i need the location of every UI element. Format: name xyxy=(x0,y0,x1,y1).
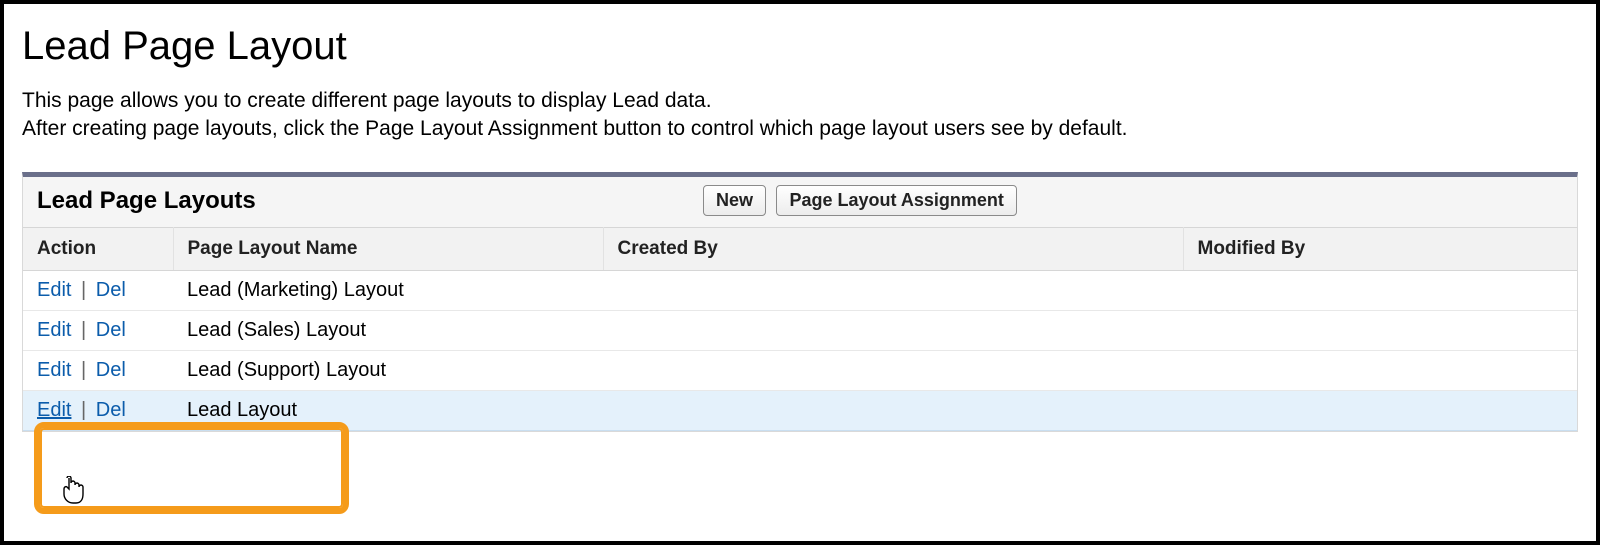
new-button[interactable]: New xyxy=(703,185,766,216)
description-line-1: This page allows you to create different… xyxy=(22,89,712,112)
col-header-created-by[interactable]: Created By xyxy=(603,227,1183,270)
cell-created-by xyxy=(603,390,1183,430)
app-frame: Lead Page Layout This page allows you to… xyxy=(0,0,1600,545)
table-row: Edit | Del Lead (Support) Layout xyxy=(23,350,1577,390)
cell-modified-by xyxy=(1183,350,1577,390)
action-separator: | xyxy=(77,359,90,381)
edit-link[interactable]: Edit xyxy=(37,279,71,301)
delete-link[interactable]: Del xyxy=(96,279,126,301)
col-header-modified-by[interactable]: Modified By xyxy=(1183,227,1577,270)
panel-title: Lead Page Layouts xyxy=(37,187,256,215)
cell-created-by xyxy=(603,310,1183,350)
cell-modified-by xyxy=(1183,390,1577,430)
cell-layout-name: Lead Layout xyxy=(173,390,603,430)
cell-created-by xyxy=(603,270,1183,310)
col-header-name[interactable]: Page Layout Name xyxy=(173,227,603,270)
panel-toolbar: New Page Layout Assignment xyxy=(703,185,1023,216)
cell-layout-name: Lead (Marketing) Layout xyxy=(173,270,603,310)
table-row: Edit | Del Lead Layout xyxy=(23,390,1577,430)
cell-action: Edit | Del xyxy=(23,310,173,350)
pointer-cursor-icon xyxy=(61,476,85,504)
cell-modified-by xyxy=(1183,310,1577,350)
cell-layout-name: Lead (Sales) Layout xyxy=(173,310,603,350)
delete-link[interactable]: Del xyxy=(96,319,126,341)
cell-modified-by xyxy=(1183,270,1577,310)
edit-link[interactable]: Edit xyxy=(37,359,71,381)
edit-link[interactable]: Edit xyxy=(37,399,71,421)
page-layout-assignment-button[interactable]: Page Layout Assignment xyxy=(776,185,1016,216)
cell-action: Edit | Del xyxy=(23,270,173,310)
table-row: Edit | Del Lead (Marketing) Layout xyxy=(23,270,1577,310)
delete-link[interactable]: Del xyxy=(96,359,126,381)
tutorial-highlight-box xyxy=(34,422,349,514)
cell-action: Edit | Del xyxy=(23,390,173,430)
layouts-panel: Lead Page Layouts New Page Layout Assign… xyxy=(22,172,1578,432)
action-separator: | xyxy=(77,279,90,301)
action-separator: | xyxy=(77,319,90,341)
page-title: Lead Page Layout xyxy=(22,24,1578,69)
page-description: This page allows you to create different… xyxy=(22,87,1578,144)
description-line-2: After creating page layouts, click the P… xyxy=(22,117,1128,140)
layouts-table: Action Page Layout Name Created By Modif… xyxy=(23,227,1577,431)
delete-link[interactable]: Del xyxy=(96,399,126,421)
col-header-action: Action xyxy=(23,227,173,270)
table-header-row: Action Page Layout Name Created By Modif… xyxy=(23,227,1577,270)
cell-action: Edit | Del xyxy=(23,350,173,390)
table-row: Edit | Del Lead (Sales) Layout xyxy=(23,310,1577,350)
panel-header: Lead Page Layouts New Page Layout Assign… xyxy=(23,177,1577,227)
edit-link[interactable]: Edit xyxy=(37,319,71,341)
cell-layout-name: Lead (Support) Layout xyxy=(173,350,603,390)
cell-created-by xyxy=(603,350,1183,390)
action-separator: | xyxy=(77,399,90,421)
